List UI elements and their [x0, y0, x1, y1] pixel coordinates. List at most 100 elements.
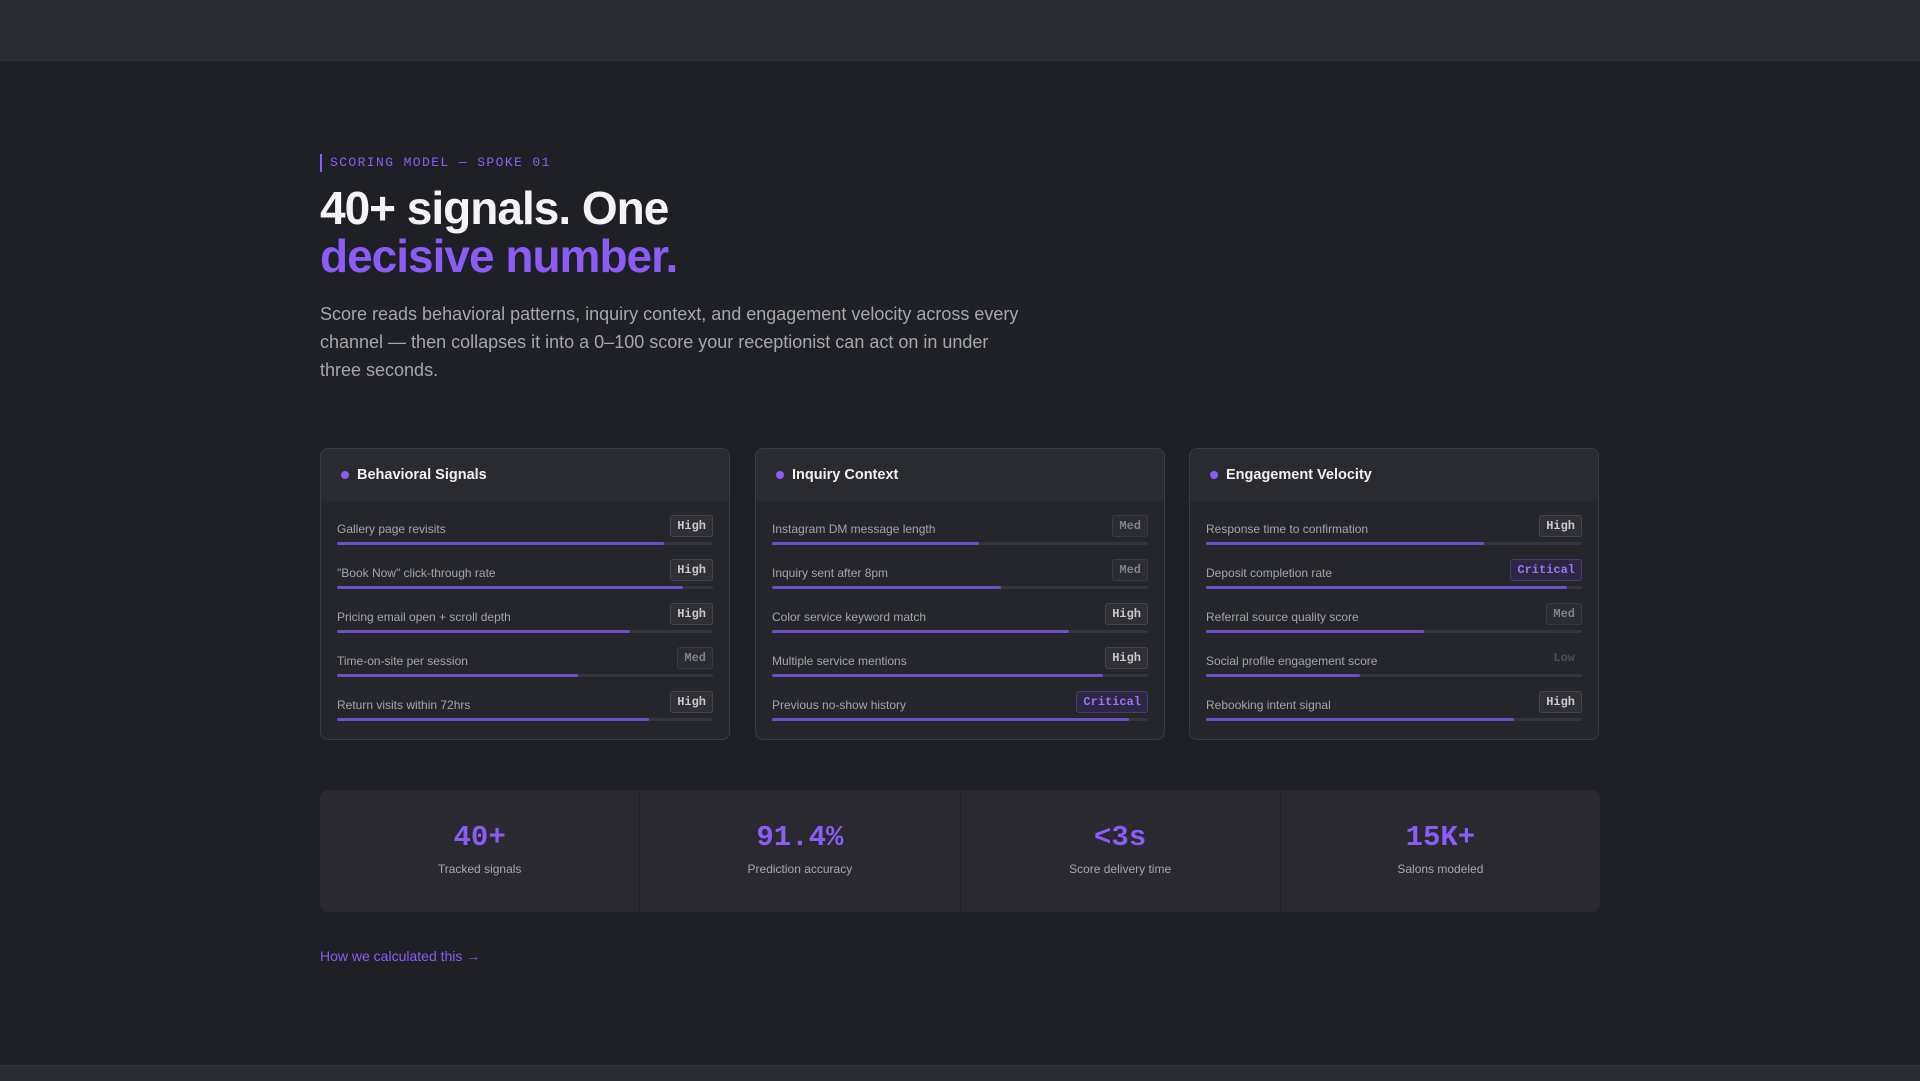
- card-title: Engagement Velocity: [1226, 467, 1372, 483]
- card-inquiry-context: Inquiry Context Instagram DM message len…: [755, 448, 1165, 740]
- signal-row: Previous no-show history Critical: [772, 691, 1148, 735]
- signal-cards: Behavioral Signals Gallery page revisits…: [320, 448, 1600, 742]
- stat-value: 15K+: [1405, 821, 1476, 854]
- signal-weight-bar-fill: [772, 718, 1130, 721]
- signal-weight-bar: [337, 542, 713, 545]
- signal-label: Instagram DM message length: [772, 522, 936, 536]
- signal-label: Inquiry sent after 8pm: [772, 566, 889, 580]
- signal-weight-bar-fill: [1206, 674, 1361, 677]
- card-header: Inquiry Context: [756, 449, 1164, 501]
- signal-row: Instagram DM message length Med: [772, 515, 1148, 559]
- weight-badge: Low: [1553, 651, 1575, 665]
- section-eyebrow: SCORING MODEL — SPOKE 01: [320, 154, 551, 172]
- lead-paragraph: Score reads behavioral patterns, inquiry…: [320, 304, 1019, 380]
- signal-label: Response time to confirmation: [1206, 522, 1369, 536]
- signal-row: "Book Now" click-through rate High: [337, 559, 713, 603]
- page-title: 40+ signals. One decisive number.: [320, 182, 678, 282]
- signal-row: Return visits within 72hrs High: [337, 691, 713, 735]
- weight-badge: High: [670, 559, 713, 581]
- weight-badge: High: [670, 515, 713, 537]
- weight-badge: Med: [1112, 559, 1148, 581]
- stat-label: Tracked signals: [437, 862, 522, 876]
- signal-row: Response time to confirmation High: [1206, 515, 1582, 559]
- stat-value: 40+: [453, 821, 506, 854]
- weight-badge: High: [1539, 691, 1582, 713]
- signal-weight-bar: [1206, 718, 1582, 721]
- weight-badge: High: [1539, 515, 1582, 537]
- weight-badge: Critical: [1510, 559, 1582, 581]
- weight-badge: High: [1105, 603, 1148, 625]
- signal-weight-bar-fill: [772, 542, 979, 545]
- signal-row: Social profile engagement score Low: [1206, 647, 1582, 691]
- signal-label: Previous no-show history: [772, 698, 907, 712]
- page-title-line-2: decisive number.: [320, 230, 678, 282]
- signal-row: Pricing email open + scroll depth High: [337, 603, 713, 647]
- signal-weight-bar-fill: [1206, 718, 1515, 721]
- signal-weight-bar: [772, 586, 1148, 589]
- stat-score-delivery-time: <3s Score delivery time: [961, 790, 1281, 912]
- card-title: Inquiry Context: [792, 467, 899, 483]
- signal-weight-bar-fill: [772, 586, 1002, 589]
- stat-value: 91.4%: [756, 821, 844, 854]
- bullet-dot-icon: [776, 471, 784, 479]
- signal-label: Rebooking intent signal: [1206, 698, 1331, 712]
- stats-panel: 40+ Tracked signals 91.4% Prediction acc…: [320, 790, 1600, 912]
- signal-weight-bar: [772, 674, 1148, 677]
- stat-salons-modeled: 15K+ Salons modeled: [1281, 790, 1600, 912]
- signal-row: Color service keyword match High: [772, 603, 1148, 647]
- weight-badge: Critical: [1076, 691, 1148, 713]
- signal-label: Return visits within 72hrs: [337, 698, 471, 712]
- signal-list: Response time to confirmation High Deposit…: [1190, 501, 1598, 735]
- card-engagement-velocity: Engagement Velocity Response time to con…: [1189, 448, 1599, 740]
- signal-weight-bar: [337, 630, 713, 633]
- stat-label: Score delivery time: [1069, 862, 1172, 876]
- page-title-line-1: 40+ signals. One: [320, 182, 669, 234]
- signal-weight-bar: [1206, 542, 1582, 545]
- signal-row: Multiple service mentions High: [772, 647, 1148, 691]
- signal-weight-bar-fill: [337, 674, 578, 677]
- bullet-dot-icon: [341, 471, 349, 479]
- signal-weight-bar: [772, 542, 1148, 545]
- signal-weight-bar: [1206, 630, 1582, 633]
- methodology-link[interactable]: How we calculated this →: [320, 948, 480, 964]
- signal-row: Gallery page revisits High: [337, 515, 713, 559]
- signal-weight-bar-fill: [1206, 586, 1567, 589]
- signal-weight-bar: [1206, 674, 1582, 677]
- signal-weight-bar-fill: [337, 630, 631, 633]
- weight-badge: Med: [1112, 515, 1148, 537]
- bullet-dot-icon: [1210, 471, 1218, 479]
- signal-row: Referral source quality score Med: [1206, 603, 1582, 647]
- signal-weight-bar: [1206, 586, 1582, 589]
- signal-weight-bar: [337, 586, 713, 589]
- signal-list: Instagram DM message length Med Inquiry se…: [756, 501, 1164, 735]
- signal-label: Referral source quality score: [1206, 610, 1359, 624]
- card-title: Behavioral Signals: [357, 467, 487, 483]
- card-header: Behavioral Signals: [321, 449, 729, 501]
- signal-weight-bar-fill: [772, 630, 1070, 633]
- card-behavioral-signals: Behavioral Signals Gallery page revisits…: [320, 448, 730, 740]
- stat-label: Salons modeled: [1397, 862, 1484, 876]
- signal-label: Gallery page revisits: [337, 522, 446, 536]
- signal-weight-bar-fill: [772, 674, 1103, 677]
- stat-tracked-signals: 40+ Tracked signals: [320, 790, 641, 912]
- signal-label: Social profile engagement score: [1206, 654, 1378, 668]
- signal-weight-bar: [337, 674, 713, 677]
- stat-prediction-accuracy: 91.4% Prediction accuracy: [640, 790, 961, 912]
- signal-label: Multiple service mentions: [772, 654, 907, 668]
- signal-weight-bar-fill: [1206, 542, 1485, 545]
- signal-label: Deposit completion rate: [1206, 566, 1333, 580]
- signal-label: "Book Now" click-through rate: [337, 566, 496, 580]
- stat-value: <3s: [1094, 821, 1147, 854]
- signal-list: Gallery page revisits High "Book Now" clic…: [321, 501, 729, 735]
- stat-label: Prediction accuracy: [747, 862, 853, 876]
- card-header: Engagement Velocity: [1190, 449, 1598, 501]
- signal-label: Time-on-site per session: [337, 654, 468, 668]
- signal-weight-bar: [337, 718, 713, 721]
- signal-label: Pricing email open + scroll depth: [337, 610, 511, 624]
- weight-badge: High: [670, 603, 713, 625]
- top-bar: [0, 0, 1920, 61]
- weight-badge: Med: [1546, 603, 1582, 625]
- signal-row: Deposit completion rate Critical: [1206, 559, 1582, 603]
- signal-weight-bar: [772, 630, 1148, 633]
- signal-weight-bar-fill: [337, 718, 650, 721]
